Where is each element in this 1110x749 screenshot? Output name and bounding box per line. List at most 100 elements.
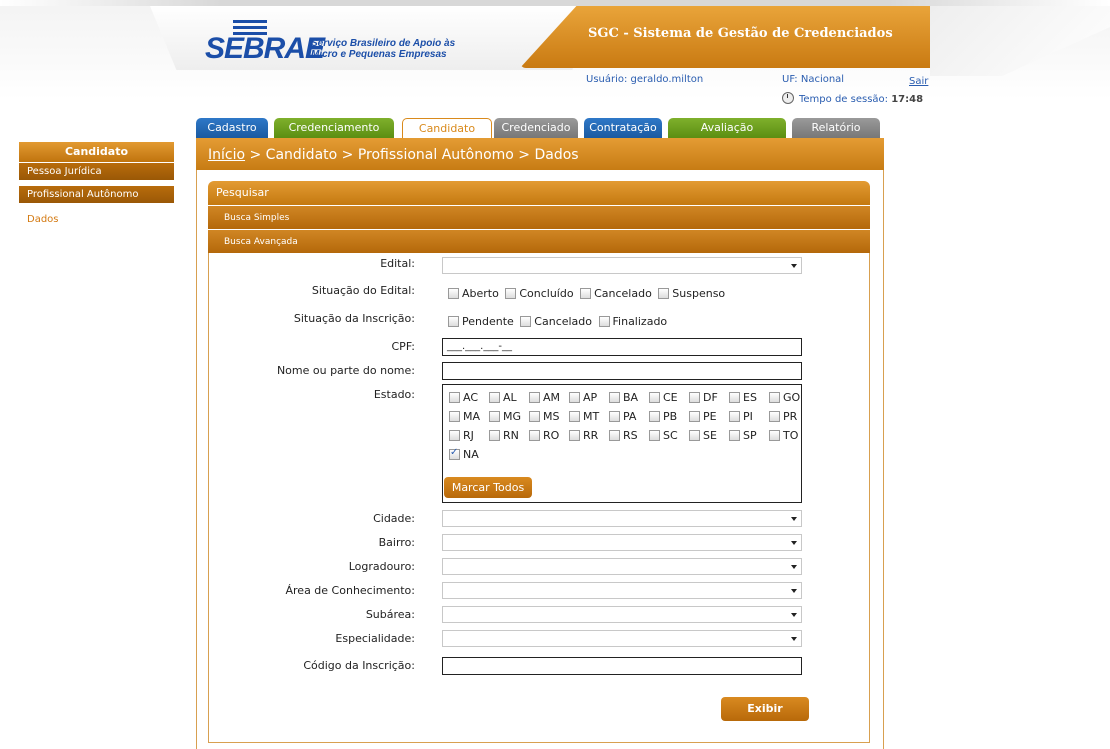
- tab-cadastro[interactable]: Cadastro: [196, 118, 268, 138]
- checkbox-box[interactable]: [729, 392, 740, 403]
- advanced-search-toggle[interactable]: Busca Avançada: [208, 229, 870, 253]
- checkbox-pendente[interactable]: Pendente: [448, 315, 514, 328]
- checkbox-box[interactable]: [649, 392, 660, 403]
- cpf-input[interactable]: ___.___.___-__: [442, 338, 802, 356]
- checkbox-box[interactable]: [689, 430, 700, 441]
- tab-relatorio[interactable]: Relatório: [792, 118, 880, 138]
- checkbox-cancelado-inscricao[interactable]: Cancelado: [520, 315, 592, 328]
- logradouro-select[interactable]: [442, 558, 802, 575]
- estado-checkbox-ma[interactable]: MA: [449, 410, 480, 423]
- estado-checkbox-am[interactable]: AM: [529, 391, 560, 404]
- estado-checkbox-se[interactable]: SE: [689, 429, 717, 442]
- estado-checkbox-ba[interactable]: BA: [609, 391, 638, 404]
- checkbox-box[interactable]: [520, 316, 532, 327]
- estado-checkbox-df[interactable]: DF: [689, 391, 718, 404]
- checkbox-box[interactable]: [729, 411, 740, 422]
- checkbox-box[interactable]: [609, 411, 620, 422]
- checkbox-box[interactable]: [569, 411, 580, 422]
- estado-checkbox-rn[interactable]: RN: [489, 429, 519, 442]
- sidebar-item-dados[interactable]: Dados: [19, 211, 174, 229]
- tab-contratacao[interactable]: Contratação: [584, 118, 662, 138]
- checkbox-box[interactable]: [689, 392, 700, 403]
- checkbox-box[interactable]: [449, 430, 460, 441]
- checkbox-box[interactable]: [598, 316, 610, 327]
- estado-checkbox-sp[interactable]: SP: [729, 429, 757, 442]
- tab-avaliacao[interactable]: Avaliação: [668, 118, 786, 138]
- checkbox-box[interactable]: [505, 288, 517, 299]
- estado-checkbox-mg[interactable]: MG: [489, 410, 521, 423]
- estado-checkbox-pi[interactable]: PI: [729, 410, 753, 423]
- bairro-select[interactable]: [442, 534, 802, 551]
- checkbox-box[interactable]: [529, 392, 540, 403]
- edital-select[interactable]: [442, 257, 802, 274]
- codigo-inscricao-input[interactable]: [442, 657, 802, 675]
- subarea-select[interactable]: [442, 606, 802, 623]
- checkbox-box[interactable]: [769, 411, 780, 422]
- estado-checkbox-rr[interactable]: RR: [569, 429, 598, 442]
- estado-checkbox-ap[interactable]: AP: [569, 391, 597, 404]
- checkbox-box[interactable]: [489, 411, 500, 422]
- checkbox-box[interactable]: [489, 392, 500, 403]
- checkbox-box[interactable]: [448, 288, 459, 299]
- checkbox-box[interactable]: [569, 430, 580, 441]
- simple-search-toggle[interactable]: Busca Simples: [208, 205, 870, 229]
- estado-checkbox-rs[interactable]: RS: [609, 429, 638, 442]
- estado-checkbox-pb[interactable]: PB: [649, 410, 677, 423]
- checkbox-box[interactable]: [769, 392, 780, 403]
- checkbox-cancelado-edital[interactable]: Cancelado: [580, 287, 652, 300]
- marcar-todos-button[interactable]: Marcar Todos: [444, 477, 532, 498]
- checkbox-box[interactable]: [658, 288, 670, 299]
- checkbox-label: AL: [503, 391, 517, 404]
- estado-checkbox-sc[interactable]: SC: [649, 429, 678, 442]
- checkbox-aberto[interactable]: Aberto: [448, 287, 499, 300]
- checkbox-box[interactable]: [649, 430, 660, 441]
- estado-checkbox-ms[interactable]: MS: [529, 410, 559, 423]
- checkbox-box[interactable]: [449, 411, 460, 422]
- checkbox-box[interactable]: [689, 411, 700, 422]
- tab-candidato[interactable]: Candidato: [402, 118, 492, 139]
- checkbox-box[interactable]: [609, 430, 620, 441]
- sidebar-item-pessoa-juridica[interactable]: Pessoa Jurídica: [19, 162, 174, 180]
- estado-checkbox-to[interactable]: TO: [769, 429, 798, 442]
- checkbox-box[interactable]: [449, 392, 460, 403]
- logo-subtitle-line-1: Serviço Brasileiro de Apoio às: [311, 38, 456, 49]
- checkbox-box[interactable]: [609, 392, 620, 403]
- estado-checkbox-es[interactable]: ES: [729, 391, 757, 404]
- checkbox-box[interactable]: [729, 430, 740, 441]
- estado-checkbox-na[interactable]: NA: [449, 447, 479, 461]
- especialidade-select[interactable]: [442, 630, 802, 647]
- estado-checkbox-al[interactable]: AL: [489, 391, 517, 404]
- checkbox-box[interactable]: [580, 288, 592, 299]
- estado-checkbox-pr[interactable]: PR: [769, 410, 797, 423]
- checkbox-finalizado[interactable]: Finalizado: [598, 315, 667, 328]
- checkbox-box[interactable]: [448, 316, 459, 327]
- estado-checkbox-pe[interactable]: PE: [689, 410, 717, 423]
- checkbox-suspenso[interactable]: Suspenso: [658, 287, 725, 300]
- checkbox-box[interactable]: [569, 392, 580, 403]
- estado-checkbox-rj[interactable]: RJ: [449, 429, 474, 442]
- exibir-button[interactable]: Exibir: [721, 697, 809, 721]
- checkbox-box[interactable]: [529, 411, 540, 422]
- checkbox-label: SP: [743, 429, 757, 442]
- estado-checkbox-ce[interactable]: CE: [649, 391, 678, 404]
- checkbox-concluido[interactable]: Concluído: [505, 287, 574, 300]
- checkbox-box[interactable]: [649, 411, 660, 422]
- nome-input[interactable]: [442, 362, 802, 380]
- tab-credenciado[interactable]: Credenciado: [494, 118, 578, 138]
- estado-checkbox-mt[interactable]: MT: [569, 410, 599, 423]
- checkbox-box[interactable]: [449, 447, 460, 460]
- estado-checkbox-ro[interactable]: RO: [529, 429, 559, 442]
- logout-link[interactable]: Sair: [909, 76, 928, 87]
- estado-checkbox-ac[interactable]: AC: [449, 391, 478, 404]
- checkbox-box[interactable]: [529, 430, 540, 441]
- checkbox-box[interactable]: [489, 430, 500, 441]
- breadcrumb-home-link[interactable]: Início: [208, 147, 245, 163]
- cidade-select[interactable]: [442, 510, 802, 527]
- estado-checkbox-pa[interactable]: PA: [609, 410, 636, 423]
- area-conhecimento-select[interactable]: [442, 582, 802, 599]
- checkbox-box[interactable]: [769, 430, 780, 441]
- codigo-inscricao-label: Código da Inscrição:: [303, 659, 415, 672]
- estado-checkbox-go[interactable]: GO: [769, 391, 800, 404]
- sidebar-item-profissional-autonomo[interactable]: Profissional Autônomo: [19, 185, 174, 203]
- tab-credenciamento[interactable]: Credenciamento: [274, 118, 394, 138]
